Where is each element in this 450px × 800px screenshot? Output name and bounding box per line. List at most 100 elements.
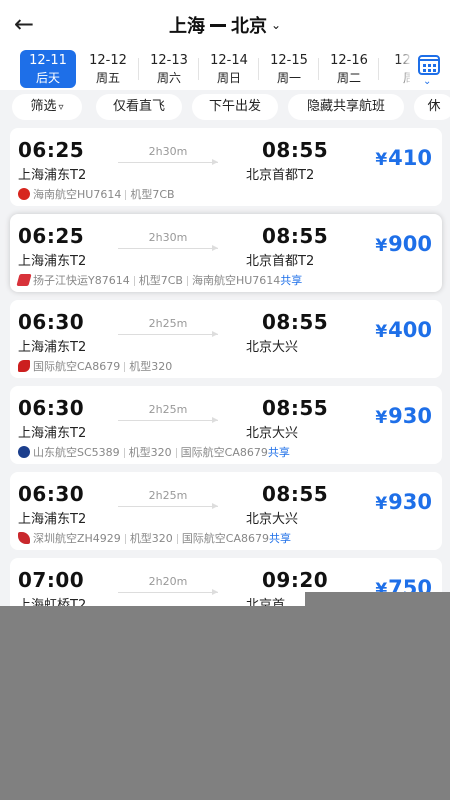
departure-time: 06:30 — [18, 310, 85, 334]
operating-flight: 海南航空HU7614 — [191, 274, 281, 287]
codeshare-tag: 共享 — [280, 274, 303, 287]
price-value: 930 — [388, 404, 432, 428]
departure-time: 06:30 — [18, 482, 85, 506]
chevron-down-icon: ⌄ — [270, 18, 282, 32]
arrival-time: 08:55 — [262, 138, 329, 162]
arrival-airport: 北京大兴 — [246, 512, 299, 527]
hainan-airlines-logo-icon — [18, 188, 30, 200]
meta-separator — [175, 448, 177, 458]
arrival-time: 09:20 — [262, 568, 329, 592]
codeshare-tag: 共享 — [269, 532, 292, 545]
flight-card[interactable]: 06:25 上海浦东T2 2h30m 08:55 北京首都T2 ¥410 海南航… — [10, 128, 442, 206]
arrival-time: 08:55 — [262, 310, 329, 334]
meta-separator — [124, 534, 126, 544]
meta-separator — [186, 276, 188, 286]
date-selector: 12-11 后天 12-12 周五 12-13 周六 12-14 周日 12-1… — [0, 48, 450, 90]
redaction-overlay — [0, 606, 450, 800]
flight-meta: 山东航空SC5389 机型320 国际航空CA8679共享 — [18, 444, 290, 460]
airline-flight: 扬子江快运Y87614 — [33, 274, 130, 287]
date-item-12-11[interactable]: 12-11 后天 — [20, 50, 76, 88]
price-value: 400 — [388, 318, 432, 342]
currency-symbol: ¥ — [375, 150, 388, 170]
flight-card[interactable]: 06:25 上海浦东T2 2h30m 08:55 北京首都T2 ¥900 扬子江… — [10, 214, 442, 292]
arrival-airport: 北京大兴 — [246, 426, 299, 441]
duration-arrow-icon — [118, 331, 218, 337]
origin-city: 上海 — [168, 16, 205, 37]
departure-time: 07:00 — [18, 568, 85, 592]
departure-airport: 上海浦东T2 — [18, 340, 87, 355]
departure-airport: 上海浦东T2 — [18, 168, 87, 183]
date-label: 12-12 — [89, 53, 127, 68]
weekday-label: 周五 — [95, 71, 120, 85]
weekday-label: 周日 — [216, 71, 241, 85]
departure-airport: 上海浦东T2 — [18, 512, 87, 527]
date-label: 12-15 — [270, 53, 308, 68]
calendar-button[interactable]: ⌄ — [410, 48, 450, 90]
weekday-label: 周一 — [276, 71, 301, 85]
meta-separator — [123, 448, 125, 458]
operating-flight: 国际航空CA8679 — [180, 446, 268, 459]
meta-separator — [176, 534, 178, 544]
hide-shared-chip[interactable]: 隐藏共享航班 — [288, 94, 404, 120]
flight-card[interactable]: 06:30 上海浦东T2 2h25m 08:55 北京大兴 ¥930 深圳航空Z… — [10, 472, 442, 550]
flight-duration: 2h20m — [148, 575, 188, 588]
currency-symbol: ¥ — [375, 322, 388, 342]
date-item-12-15[interactable]: 12-15 周一 — [259, 50, 319, 88]
flight-card[interactable]: 06:30 上海浦东T2 2h25m 08:55 北京大兴 ¥400 国际航空C… — [10, 300, 442, 378]
flight-card[interactable]: 06:30 上海浦东T2 2h25m 08:55 北京大兴 ¥930 山东航空S… — [10, 386, 442, 464]
duration-arrow-icon — [118, 245, 218, 251]
departure-time: 06:25 — [18, 138, 85, 162]
departure-airport: 上海浦东T2 — [18, 426, 87, 441]
calendar-icon — [418, 55, 440, 75]
chevron-down-icon: ⌄ — [423, 76, 432, 87]
filter-chip[interactable]: 筛选 ▿ — [12, 94, 82, 120]
departure-time: 06:25 — [18, 224, 85, 248]
arrival-airport: 北京首都T2 — [246, 254, 315, 269]
filter-bar: 筛选 ▿ 仅看直飞 下午出发 隐藏共享航班 休 — [0, 90, 450, 124]
direct-only-chip[interactable]: 仅看直飞 — [96, 94, 182, 120]
currency-symbol: ¥ — [375, 494, 388, 514]
price: ¥410 — [375, 146, 432, 170]
currency-symbol: ¥ — [375, 236, 388, 256]
departure-airport: 上海浦东T2 — [18, 254, 87, 269]
airline-flight: 海南航空HU7614 — [33, 188, 122, 201]
airline-flight: 国际航空CA8679 — [33, 360, 121, 373]
more-filter-chip[interactable]: 休 — [414, 94, 450, 120]
aircraft-type: 机型320 — [128, 446, 172, 459]
route-separator — [209, 23, 226, 27]
price: ¥930 — [375, 490, 432, 514]
shandong-airlines-logo-icon — [18, 446, 30, 458]
route-title[interactable]: 上海 北京 ⌄ — [0, 12, 450, 38]
afternoon-departure-chip[interactable]: 下午出发 — [192, 94, 278, 120]
flight-duration: 2h30m — [148, 231, 188, 244]
filter-label: 筛选 — [30, 99, 57, 114]
flight-duration: 2h25m — [148, 489, 188, 502]
meta-separator — [125, 190, 127, 200]
codeshare-tag: 共享 — [267, 446, 290, 459]
weekday-label: 后天 — [35, 71, 60, 85]
date-item-12-16[interactable]: 12-16 周二 — [319, 50, 379, 88]
price-value: 930 — [388, 490, 432, 514]
weekday-label: 周六 — [156, 71, 181, 85]
price: ¥930 — [375, 404, 432, 428]
date-item-12-14[interactable]: 12-14 周日 — [199, 50, 259, 88]
airline-flight: 山东航空SC5389 — [33, 446, 120, 459]
date-item-12-13[interactable]: 12-13 周六 — [139, 50, 199, 88]
aircraft-type: 机型7CB — [130, 188, 175, 201]
flight-meta: 扬子江快运Y87614 机型7CB 海南航空HU7614共享 — [16, 272, 303, 288]
weekday-label: 周二 — [336, 71, 361, 85]
arrival-airport: 北京大兴 — [246, 340, 299, 355]
arrival-time: 08:55 — [262, 224, 329, 248]
price: ¥900 — [375, 232, 432, 256]
operating-flight: 国际航空CA8679 — [181, 532, 270, 545]
date-label: 12-13 — [150, 53, 188, 68]
yangtze-express-logo-icon — [16, 274, 32, 286]
arrival-time: 08:55 — [262, 482, 329, 506]
flight-duration: 2h25m — [148, 317, 188, 330]
date-item-12-12[interactable]: 12-12 周五 — [78, 50, 138, 88]
shenzhen-airlines-logo-icon — [18, 532, 30, 544]
flight-meta: 国际航空CA8679 机型320 — [18, 358, 172, 374]
departure-time: 06:30 — [18, 396, 85, 420]
air-china-logo-icon — [18, 360, 30, 372]
meta-separator — [133, 276, 135, 286]
